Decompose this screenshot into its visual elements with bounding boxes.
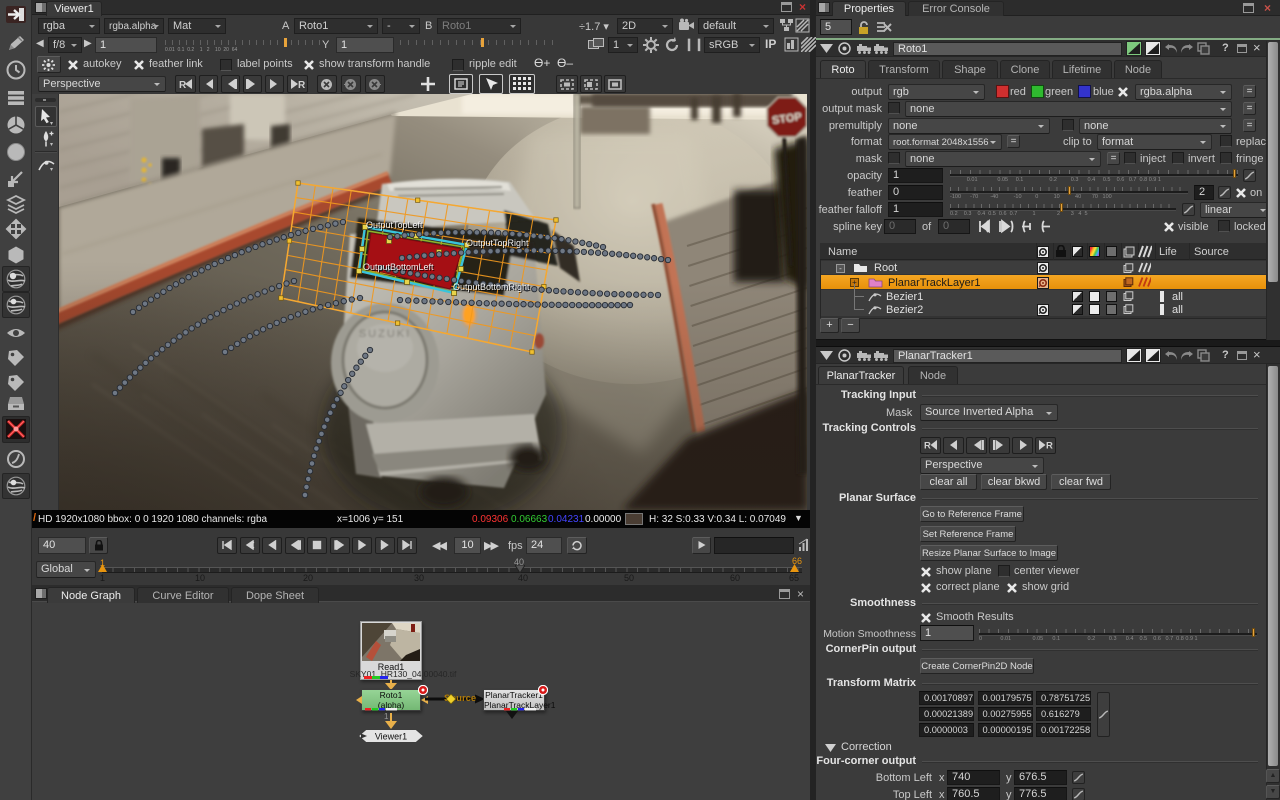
svg-text:Viewer1: Viewer1 bbox=[375, 732, 407, 742]
svg-text:SUZUKI: SUZUKI bbox=[359, 328, 411, 340]
svg-text:R: R bbox=[924, 441, 931, 451]
svg-text:OutputTopRight: OutputTopRight bbox=[466, 238, 529, 248]
svg-text:OutputTopLeft: OutputTopLeft bbox=[366, 220, 423, 230]
svg-text:R: R bbox=[298, 80, 305, 89]
svg-text:OutputBottomLeft: OutputBottomLeft bbox=[363, 262, 434, 272]
svg-text:OutputBottomRight: OutputBottomRight bbox=[453, 282, 530, 292]
svg-text:R: R bbox=[1046, 441, 1053, 451]
